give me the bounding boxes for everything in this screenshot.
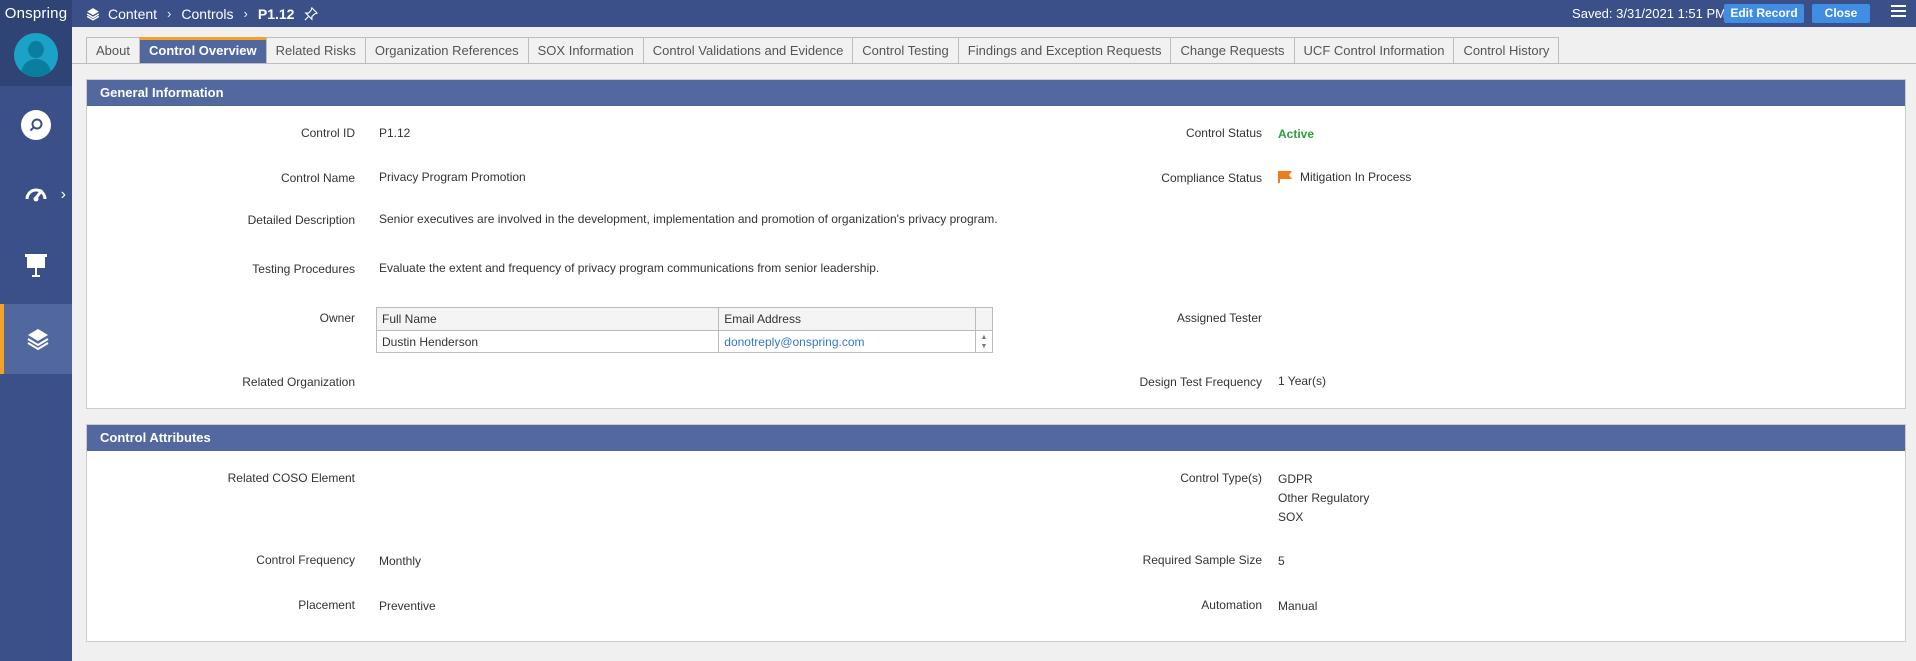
breadcrumb-controls[interactable]: Controls (181, 6, 233, 22)
column-header-email[interactable]: Email Address (718, 307, 976, 331)
detailed-description-value: Senior executives are involved in the de… (379, 212, 998, 226)
chevron-right-icon: › (167, 6, 172, 21)
design-test-frequency-value: 1 Year(s) (1278, 374, 1327, 388)
tab-ucf-control-information[interactable]: UCF Control Information (1293, 37, 1454, 64)
tab-control-overview[interactable]: Control Overview (138, 37, 266, 64)
testing-procedures-label: Testing Procedures (252, 262, 355, 276)
tab-related-risks[interactable]: Related Risks (265, 37, 365, 64)
owner-table: Full Name Email Address Dustin Henderson… (375, 307, 993, 353)
assigned-tester-label: Assigned Tester (1176, 311, 1262, 325)
nav-dashboards[interactable]: › (0, 160, 72, 230)
top-bar: Content › Controls › P1.12 Saved: 3/31/2… (72, 0, 1916, 27)
breadcrumb-current: P1.12 (257, 5, 295, 22)
menu-icon[interactable] (1891, 5, 1906, 19)
section-header: General Information (87, 80, 1905, 106)
table-row: Dustin Henderson donotreply@onspring.com… (375, 330, 993, 353)
control-frequency-label: Control Frequency (256, 553, 355, 567)
table-scrollbar[interactable]: ▲ ▼ (975, 330, 993, 353)
control-types-label: Control Type(s) (1180, 471, 1262, 485)
placement-label: Placement (298, 598, 355, 612)
layers-icon (86, 7, 100, 21)
control-type-item: GDPR (1278, 472, 1313, 486)
tab-change-requests[interactable]: Change Requests (1170, 37, 1294, 64)
testing-procedures-value: Evaluate the extent and frequency of pri… (379, 261, 880, 275)
column-header-full-name[interactable]: Full Name (375, 307, 720, 331)
nav-reports[interactable] (0, 230, 72, 300)
layers-icon (27, 329, 49, 351)
owner-label: Owner (319, 311, 355, 325)
required-sample-size-value: 5 (1278, 554, 1285, 568)
flag-icon (1278, 171, 1292, 183)
control-name-value: Privacy Program Promotion (379, 170, 526, 184)
search-icon (21, 110, 51, 140)
compliance-status-value: Mitigation In Process (1300, 170, 1412, 184)
tab-findings-exceptions[interactable]: Findings and Exception Requests (957, 37, 1171, 64)
related-organization-label: Related Organization (242, 375, 355, 389)
breadcrumb-content[interactable]: Content (108, 6, 157, 22)
general-information-panel: General Information Control ID P1.12 Con… (86, 79, 1906, 409)
saved-status: Saved: 3/31/2021 1:51 PM (1572, 6, 1726, 21)
control-frequency-value: Monthly (379, 554, 422, 568)
control-id-label: Control ID (300, 126, 355, 140)
close-button[interactable]: Close (1812, 4, 1870, 23)
user-area (0, 28, 72, 86)
tab-organization-references[interactable]: Organization References (364, 37, 528, 64)
owner-name: Dustin Henderson (375, 330, 720, 353)
left-nav: Onspring › (0, 0, 72, 661)
design-test-frequency-label: Design Test Frequency (1139, 375, 1262, 389)
breadcrumb: Content › Controls › P1.12 (86, 0, 319, 27)
control-type-item: Other Regulatory (1278, 491, 1370, 505)
related-coso-element-label: Related COSO Element (227, 471, 355, 485)
control-status-label: Control Status (1185, 126, 1262, 140)
required-sample-size-label: Required Sample Size (1142, 553, 1262, 567)
tab-sox-information[interactable]: SOX Information (527, 37, 643, 64)
control-id-value: P1.12 (379, 126, 411, 140)
placement-value: Preventive (379, 599, 436, 613)
compliance-status: Mitigation In Process (1278, 170, 1411, 184)
brand-logo: Onspring (0, 0, 72, 28)
control-attributes-panel: Control Attributes Related COSO Element … (86, 424, 1906, 642)
dashboard-icon (25, 188, 47, 202)
control-type-item: SOX (1278, 510, 1304, 524)
tab-about[interactable]: About (86, 37, 139, 64)
tab-control-validations[interactable]: Control Validations and Evidence (642, 37, 853, 64)
automation-label: Automation (1201, 598, 1262, 612)
compliance-status-label: Compliance Status (1161, 171, 1262, 185)
tab-control-testing[interactable]: Control Testing (852, 37, 958, 64)
chevron-right-icon: › (243, 6, 248, 21)
section-header: Control Attributes (87, 425, 1905, 451)
chevron-right-icon: › (60, 186, 66, 203)
automation-value: Manual (1278, 599, 1318, 613)
tab-control-history[interactable]: Control History (1453, 37, 1560, 64)
detailed-description-label: Detailed Description (247, 213, 355, 227)
tab-bar: About Control Overview Related Risks Org… (86, 37, 1560, 64)
owner-email-link[interactable]: donotreply@onspring.com (724, 335, 864, 349)
nav-search[interactable] (0, 90, 72, 160)
avatar[interactable] (14, 33, 58, 77)
pin-icon[interactable] (304, 6, 319, 21)
nav-content[interactable] (0, 304, 72, 374)
edit-record-button[interactable]: Edit Record (1724, 4, 1804, 23)
control-status-value: Active (1278, 127, 1315, 141)
control-name-label: Control Name (280, 171, 355, 185)
presentation-icon (25, 254, 47, 277)
